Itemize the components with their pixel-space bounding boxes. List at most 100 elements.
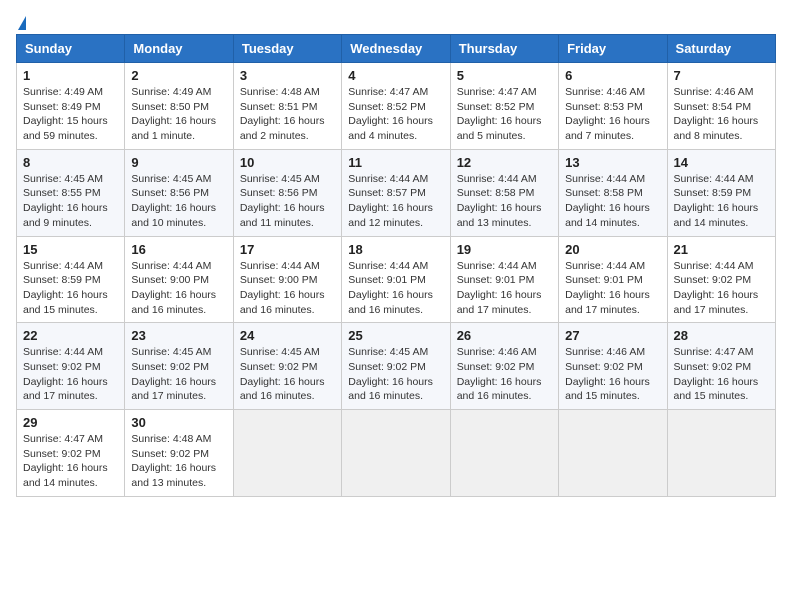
table-row: 22 Sunrise: 4:44 AMSunset: 9:02 PMDaylig… [17,323,125,410]
day-number: 10 [240,155,335,170]
day-number: 28 [674,328,769,343]
calendar-week-row: 22 Sunrise: 4:44 AMSunset: 9:02 PMDaylig… [17,323,776,410]
day-number: 29 [23,415,118,430]
table-row: 18 Sunrise: 4:44 AMSunset: 9:01 PMDaylig… [342,236,450,323]
table-row: 26 Sunrise: 4:46 AMSunset: 9:02 PMDaylig… [450,323,558,410]
day-info: Sunrise: 4:45 AMSunset: 9:02 PMDaylight:… [240,345,335,404]
logo [16,16,26,28]
day-info: Sunrise: 4:46 AMSunset: 8:53 PMDaylight:… [565,85,660,144]
day-number: 3 [240,68,335,83]
table-row: 11 Sunrise: 4:44 AMSunset: 8:57 PMDaylig… [342,149,450,236]
table-row: 14 Sunrise: 4:44 AMSunset: 8:59 PMDaylig… [667,149,775,236]
day-number: 21 [674,242,769,257]
day-info: Sunrise: 4:48 AMSunset: 8:51 PMDaylight:… [240,85,335,144]
day-info: Sunrise: 4:48 AMSunset: 9:02 PMDaylight:… [131,432,226,491]
table-row: 21 Sunrise: 4:44 AMSunset: 9:02 PMDaylig… [667,236,775,323]
calendar-week-row: 15 Sunrise: 4:44 AMSunset: 8:59 PMDaylig… [17,236,776,323]
day-number: 2 [131,68,226,83]
day-info: Sunrise: 4:49 AMSunset: 8:50 PMDaylight:… [131,85,226,144]
day-info: Sunrise: 4:45 AMSunset: 8:55 PMDaylight:… [23,172,118,231]
day-number: 4 [348,68,443,83]
table-row: 2 Sunrise: 4:49 AMSunset: 8:50 PMDayligh… [125,63,233,150]
table-row: 28 Sunrise: 4:47 AMSunset: 9:02 PMDaylig… [667,323,775,410]
day-info: Sunrise: 4:46 AMSunset: 9:02 PMDaylight:… [457,345,552,404]
day-number: 12 [457,155,552,170]
day-number: 11 [348,155,443,170]
table-row: 3 Sunrise: 4:48 AMSunset: 8:51 PMDayligh… [233,63,341,150]
table-row: 7 Sunrise: 4:46 AMSunset: 8:54 PMDayligh… [667,63,775,150]
calendar-header: SundayMondayTuesdayWednesdayThursdayFrid… [17,35,776,63]
table-row: 10 Sunrise: 4:45 AMSunset: 8:56 PMDaylig… [233,149,341,236]
calendar-table: SundayMondayTuesdayWednesdayThursdayFrid… [16,34,776,497]
calendar-week-row: 29 Sunrise: 4:47 AMSunset: 9:02 PMDaylig… [17,410,776,497]
table-row: 12 Sunrise: 4:44 AMSunset: 8:58 PMDaylig… [450,149,558,236]
day-info: Sunrise: 4:49 AMSunset: 8:49 PMDaylight:… [23,85,118,144]
calendar-day-header: Wednesday [342,35,450,63]
day-number: 27 [565,328,660,343]
day-info: Sunrise: 4:46 AMSunset: 9:02 PMDaylight:… [565,345,660,404]
day-number: 23 [131,328,226,343]
day-info: Sunrise: 4:44 AMSunset: 9:01 PMDaylight:… [348,259,443,318]
calendar-day-header: Saturday [667,35,775,63]
page-header [16,16,776,28]
day-info: Sunrise: 4:44 AMSunset: 8:59 PMDaylight:… [674,172,769,231]
day-info: Sunrise: 4:45 AMSunset: 8:56 PMDaylight:… [131,172,226,231]
day-info: Sunrise: 4:47 AMSunset: 8:52 PMDaylight:… [457,85,552,144]
day-number: 19 [457,242,552,257]
table-row: 20 Sunrise: 4:44 AMSunset: 9:01 PMDaylig… [559,236,667,323]
table-row [667,410,775,497]
calendar-day-header: Tuesday [233,35,341,63]
day-number: 9 [131,155,226,170]
day-info: Sunrise: 4:44 AMSunset: 9:00 PMDaylight:… [131,259,226,318]
table-row: 23 Sunrise: 4:45 AMSunset: 9:02 PMDaylig… [125,323,233,410]
day-info: Sunrise: 4:45 AMSunset: 8:56 PMDaylight:… [240,172,335,231]
table-row [559,410,667,497]
day-number: 16 [131,242,226,257]
table-row: 1 Sunrise: 4:49 AMSunset: 8:49 PMDayligh… [17,63,125,150]
logo-triangle-icon [18,16,26,30]
table-row [450,410,558,497]
table-row: 29 Sunrise: 4:47 AMSunset: 9:02 PMDaylig… [17,410,125,497]
day-number: 8 [23,155,118,170]
day-number: 17 [240,242,335,257]
day-number: 20 [565,242,660,257]
day-info: Sunrise: 4:46 AMSunset: 8:54 PMDaylight:… [674,85,769,144]
day-info: Sunrise: 4:44 AMSunset: 9:02 PMDaylight:… [674,259,769,318]
day-number: 14 [674,155,769,170]
day-info: Sunrise: 4:44 AMSunset: 9:01 PMDaylight:… [457,259,552,318]
calendar-day-header: Sunday [17,35,125,63]
table-row: 5 Sunrise: 4:47 AMSunset: 8:52 PMDayligh… [450,63,558,150]
table-row [233,410,341,497]
day-number: 15 [23,242,118,257]
day-info: Sunrise: 4:47 AMSunset: 9:02 PMDaylight:… [23,432,118,491]
table-row: 17 Sunrise: 4:44 AMSunset: 9:00 PMDaylig… [233,236,341,323]
day-number: 30 [131,415,226,430]
calendar-week-row: 8 Sunrise: 4:45 AMSunset: 8:55 PMDayligh… [17,149,776,236]
table-row: 4 Sunrise: 4:47 AMSunset: 8:52 PMDayligh… [342,63,450,150]
calendar-day-header: Friday [559,35,667,63]
day-number: 1 [23,68,118,83]
day-number: 25 [348,328,443,343]
table-row: 19 Sunrise: 4:44 AMSunset: 9:01 PMDaylig… [450,236,558,323]
day-number: 5 [457,68,552,83]
calendar-week-row: 1 Sunrise: 4:49 AMSunset: 8:49 PMDayligh… [17,63,776,150]
day-info: Sunrise: 4:44 AMSunset: 8:58 PMDaylight:… [565,172,660,231]
table-row: 30 Sunrise: 4:48 AMSunset: 9:02 PMDaylig… [125,410,233,497]
day-number: 7 [674,68,769,83]
day-info: Sunrise: 4:44 AMSunset: 9:01 PMDaylight:… [565,259,660,318]
calendar-day-header: Monday [125,35,233,63]
table-row [342,410,450,497]
day-number: 18 [348,242,443,257]
table-row: 15 Sunrise: 4:44 AMSunset: 8:59 PMDaylig… [17,236,125,323]
table-row: 9 Sunrise: 4:45 AMSunset: 8:56 PMDayligh… [125,149,233,236]
day-info: Sunrise: 4:44 AMSunset: 9:02 PMDaylight:… [23,345,118,404]
day-number: 6 [565,68,660,83]
table-row: 6 Sunrise: 4:46 AMSunset: 8:53 PMDayligh… [559,63,667,150]
day-info: Sunrise: 4:47 AMSunset: 8:52 PMDaylight:… [348,85,443,144]
table-row: 25 Sunrise: 4:45 AMSunset: 9:02 PMDaylig… [342,323,450,410]
day-info: Sunrise: 4:45 AMSunset: 9:02 PMDaylight:… [348,345,443,404]
day-info: Sunrise: 4:44 AMSunset: 9:00 PMDaylight:… [240,259,335,318]
day-info: Sunrise: 4:45 AMSunset: 9:02 PMDaylight:… [131,345,226,404]
calendar-day-header: Thursday [450,35,558,63]
day-number: 26 [457,328,552,343]
